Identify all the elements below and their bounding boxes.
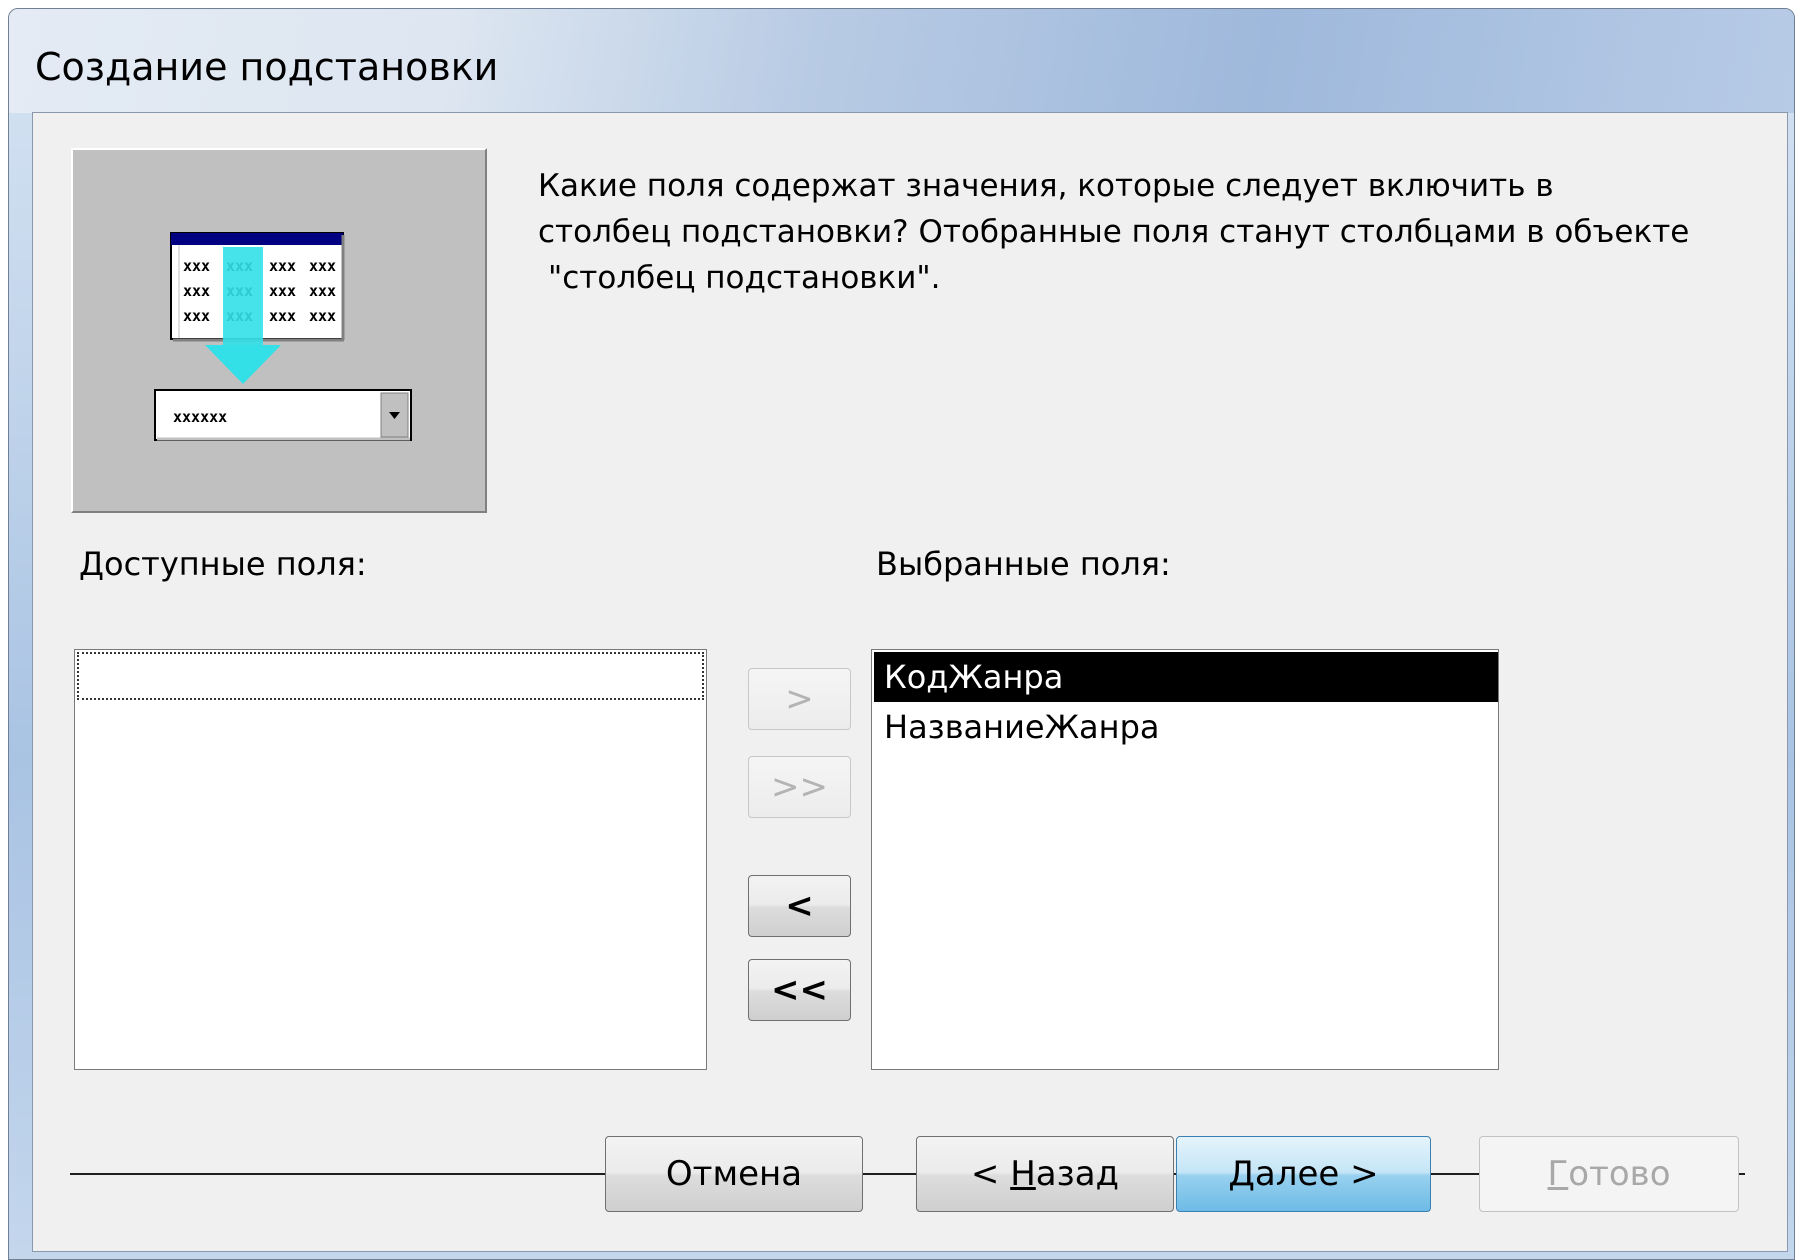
prompt-line-3: "столбец подстановки". (548, 260, 941, 296)
table-cell-text: xxx (309, 282, 336, 300)
selected-fields-label: Выбранные поля: (876, 545, 1171, 583)
table-cell-text: xxx (309, 257, 336, 275)
next-button[interactable]: Далее > (1176, 1136, 1431, 1212)
prompt-line-1: Какие поля содержат значения, которые сл… (538, 168, 1554, 204)
wizard-client-area: xxxxxxxxxxxxxxxxxxxxxxxxxxxxxxxxxxxx xxx… (32, 112, 1788, 1252)
available-fields-list[interactable] (74, 649, 707, 1070)
lookup-wizard-window: Создание подстановки xxx xxx xxx xxx xxx xxx x… (8, 8, 1795, 1260)
title-bar[interactable]: Создание подстановки (9, 9, 1794, 113)
available-fields-label: Доступные поля: (79, 545, 367, 583)
remove-field-button[interactable]: < (748, 875, 851, 937)
lookup-wizard-illustration: xxxxxxxxxxxxxxxxxxxxxxxxxxxxxxxxxxxx xxx… (71, 148, 487, 513)
table-cell-text: xxx (183, 307, 210, 325)
prompt-line-2: столбец подстановки? Отобранные поля ста… (538, 214, 1690, 250)
table-cell-text: xxx (269, 257, 296, 275)
table-cell-text: xxx (183, 282, 210, 300)
cancel-button-label: Отмена (665, 1154, 803, 1194)
next-rest: алее > (1254, 1154, 1379, 1194)
remove-all-fields-button[interactable]: << (748, 959, 851, 1021)
table-cell-text: xxx (309, 307, 336, 325)
next-hotkey: Д (1228, 1154, 1255, 1194)
window-title: Создание подстановки (35, 45, 499, 89)
finish-hotkey: Г (1547, 1154, 1569, 1194)
selected-field-item[interactable]: КодЖанра (874, 652, 1498, 702)
back-prefix: < (970, 1154, 1011, 1194)
finish-button[interactable]: Готово (1479, 1136, 1739, 1212)
back-rest: азад (1035, 1154, 1120, 1194)
list-focus-rect (77, 652, 704, 700)
back-button[interactable]: < Назад (916, 1136, 1174, 1212)
illustration-graphic: xxxxxxxxxxxxxxxxxxxxxxxxxxxxxxxxxxxx xxx… (154, 232, 412, 441)
table-cell-text: xxx (269, 307, 296, 325)
cancel-button[interactable]: Отмена (605, 1136, 863, 1212)
wizard-prompt: Какие поля содержат значения, которые сл… (538, 163, 1748, 301)
add-all-fields-button[interactable]: >> (748, 756, 851, 818)
back-hotkey: Н (1010, 1154, 1036, 1194)
combo-text: xxxxxx (173, 408, 227, 426)
table-cell-text: xxx (183, 257, 210, 275)
add-field-button[interactable]: > (748, 668, 851, 730)
selected-field-item[interactable]: НазваниеЖанра (874, 702, 1498, 752)
finish-rest: отово (1568, 1154, 1671, 1194)
selected-fields-list[interactable]: КодЖанра НазваниеЖанра (871, 649, 1499, 1070)
table-cell-text: xxx (269, 282, 296, 300)
